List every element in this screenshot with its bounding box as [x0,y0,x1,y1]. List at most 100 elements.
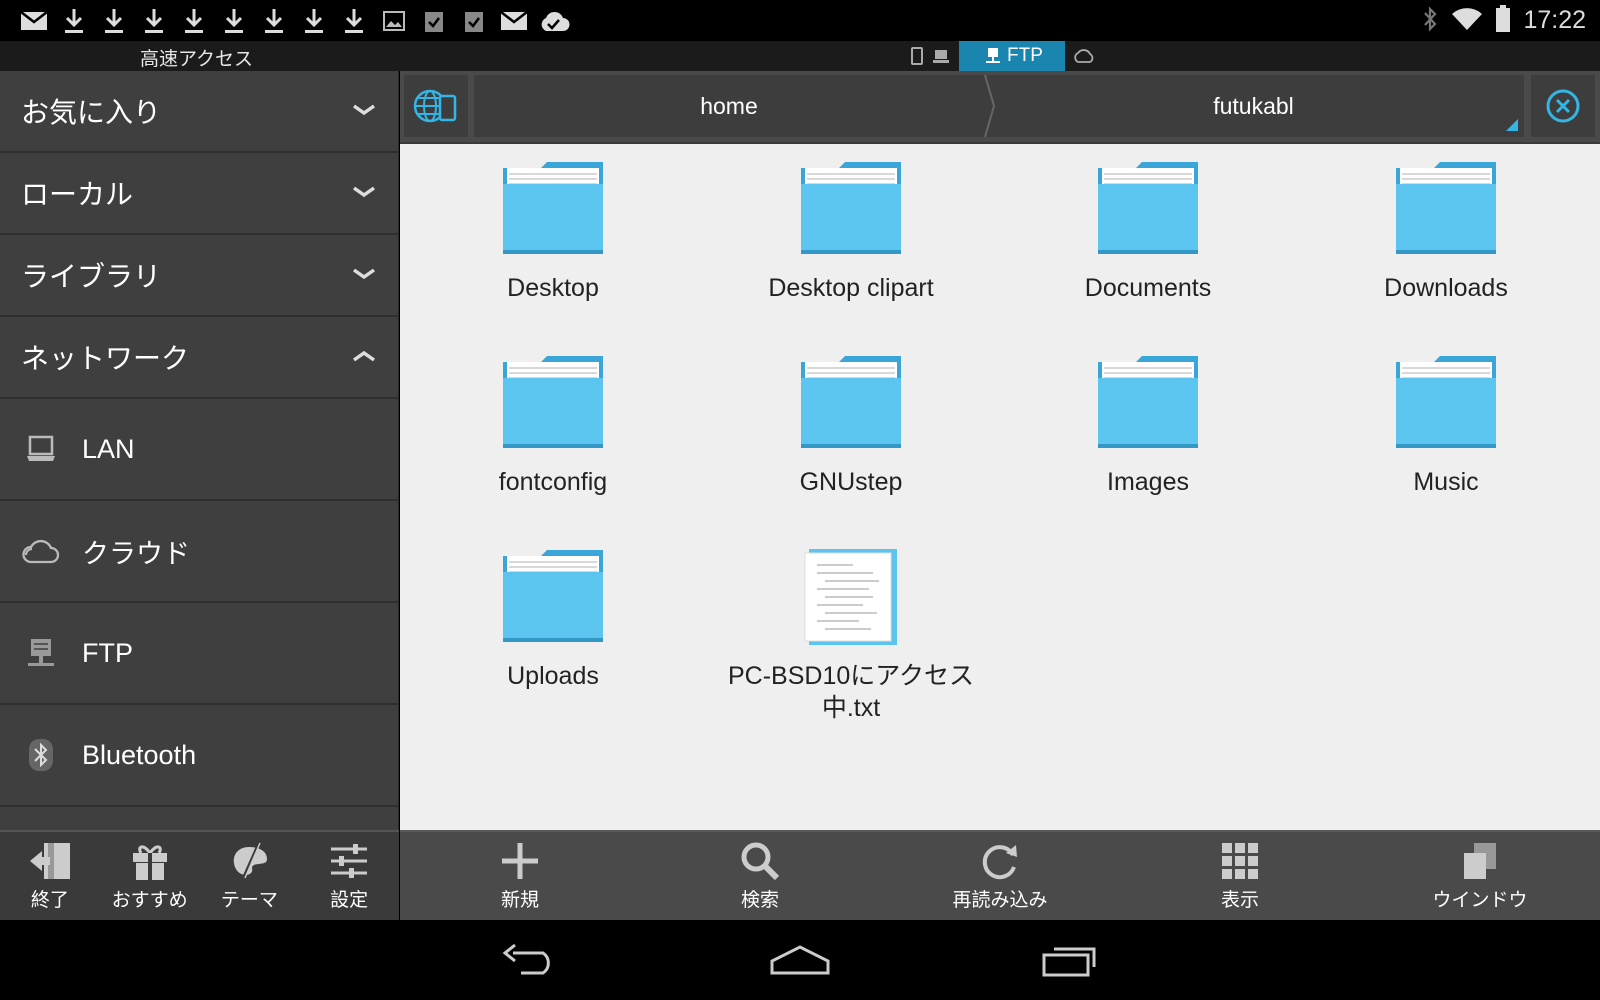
windows-icon [1462,839,1498,883]
file-name: Uploads [507,662,599,690]
system-status: 17:22 [1421,0,1600,41]
ftp-server-icon [986,48,1000,63]
grid-icon [1221,839,1259,883]
view-button[interactable]: 表示 [1120,832,1360,920]
clipboard-check-icon [454,0,494,41]
file-browser: home futukabl Desktop Desktop clipart Do… [400,71,1600,830]
folder-icon [1093,154,1203,264]
folder-icon [796,348,906,458]
sidebar-item-bluetooth[interactable]: Bluetooth [0,705,398,807]
section-label: お気に入り [21,96,162,129]
home-button[interactable] [760,938,840,982]
sidebar-item-ftp[interactable]: FTP [0,603,398,705]
sidebar-item-cloud[interactable]: クラウド [0,501,398,603]
recents-button[interactable] [1030,938,1110,982]
sidebar-section-library[interactable]: ライブラリ [0,235,398,317]
cloud-check-icon [534,0,574,41]
file-item[interactable]: PC-BSD10にアクセス 中.txt [706,532,996,772]
tab-ftp-label: FTP [1007,45,1043,66]
sidebar-section-local[interactable]: ローカル [0,153,398,235]
clipboard-check-icon [414,0,454,41]
cloud-icon [22,532,60,570]
globe-device-icon [413,89,457,123]
reload-button[interactable]: 再読み込み [880,832,1120,920]
sidebar-item-label: クラウド [82,538,190,569]
file-item[interactable]: fontconfig [408,338,698,528]
breadcrumb: home futukabl [474,75,1524,137]
file-name: Images [1107,468,1189,496]
quick-access-label[interactable]: 高速アクセス [140,44,253,71]
palette-icon [229,839,269,883]
folder-icon [498,348,608,458]
sidebar-item-label: FTP [82,637,133,668]
sidebar-toolbar: 終了 おすすめ テーマ 設定 [0,830,399,920]
settings-button[interactable]: 設定 [299,832,399,920]
breadcrumb-futukabl[interactable]: futukabl [996,75,1511,137]
file-name: fontconfig [498,468,608,496]
folder-icon [796,154,906,264]
wifi-icon [1451,7,1483,35]
file-item[interactable]: GNUstep [706,338,996,528]
section-label: ネットワーク [21,342,190,375]
exit-button[interactable]: 終了 [0,832,100,920]
cloud-window-icon[interactable] [1071,41,1095,71]
toolbar-label: 設定 [330,889,369,911]
phone-window-icon[interactable] [905,41,929,71]
folder-icon [1391,154,1501,264]
close-button[interactable] [1531,75,1595,137]
sidebar-section-network[interactable]: ネットワーク [0,317,398,399]
file-item[interactable]: Desktop [408,144,698,334]
download-icon [134,0,174,41]
new-button[interactable]: 新規 [400,832,640,920]
close-circle-icon [1546,89,1580,123]
section-label: ライブラリ [21,260,162,293]
file-item[interactable]: Images [1003,338,1293,528]
breadcrumb-home[interactable]: home [474,75,984,137]
battery-icon [1495,4,1511,37]
sidebar-item-lan[interactable]: LAN [0,399,398,501]
navigation-bar [0,920,1600,1000]
file-item[interactable]: Uploads [408,532,698,722]
image-icon [374,0,414,41]
dropdown-corner-icon[interactable] [1506,119,1518,131]
text-file-icon [796,542,906,652]
chevron-down-icon [352,102,376,121]
file-item[interactable]: Music [1301,338,1591,528]
tab-ftp[interactable]: FTP [959,41,1065,71]
recommend-button[interactable]: おすすめ [100,832,200,920]
file-name: Music [1413,468,1479,496]
sidebar-section-favorites[interactable]: お気に入り [0,71,398,153]
chevron-up-icon [352,348,376,367]
file-name: PC-BSD10にアクセス 中.txt [728,660,974,724]
top-strip: 高速アクセス FTP [0,41,1600,71]
network-view-button[interactable] [404,75,468,137]
status-bar: 17:22 [0,0,1600,41]
back-button[interactable] [490,938,570,982]
laptop-window-icon[interactable] [929,41,953,71]
file-item[interactable]: Documents [1003,144,1293,334]
file-item[interactable]: Desktop clipart [706,144,996,334]
file-name: Downloads [1384,274,1508,302]
toolbar-label: 新規 [500,889,539,911]
download-icon [174,0,214,41]
file-item[interactable]: Downloads [1301,144,1591,334]
main-toolbar: 新規 検索 再読み込み 表示 ウインドウ [400,830,1600,920]
toolbar-label: ウインドウ [1432,889,1528,911]
sidebar-item-label: LAN [82,433,135,464]
file-name: Desktop clipart [768,274,934,302]
sidebar-item-label: Bluetooth [82,739,197,770]
search-button[interactable]: 検索 [640,832,880,920]
download-icon [294,0,334,41]
ftp-server-icon [22,634,60,672]
recents-icon [1042,947,1096,977]
window-button[interactable]: ウインドウ [1360,832,1600,920]
toolbar-label: 終了 [30,889,69,911]
mail-icon [14,0,54,41]
toolbar-label: おすすめ [111,889,188,911]
file-name: GNUstep [799,468,903,496]
theme-button[interactable]: テーマ [200,832,300,920]
toolbar-label: 再読み込み [952,889,1048,911]
folder-icon [1391,348,1501,458]
bluetooth-icon [1421,5,1439,36]
back-icon [502,943,550,975]
